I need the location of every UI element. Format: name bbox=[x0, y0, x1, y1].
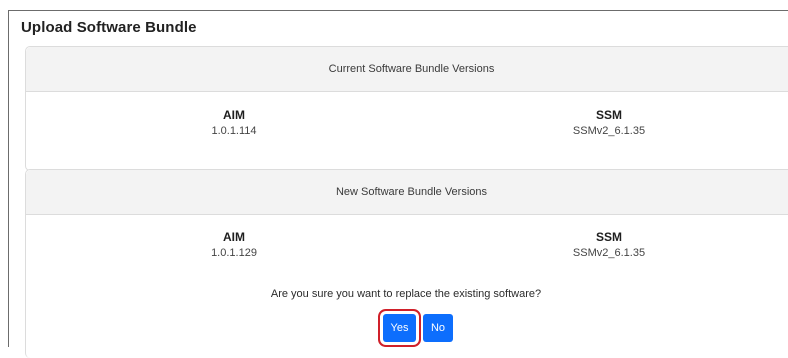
current-aim-column: AIM 1.0.1.114 bbox=[134, 108, 334, 139]
current-aim-label: AIM bbox=[223, 108, 245, 122]
current-ssm-column: SSM SSMv2_6.1.35 bbox=[509, 108, 709, 139]
confirmation-buttons: Yes No bbox=[383, 314, 453, 342]
no-button[interactable]: No bbox=[423, 314, 453, 342]
replace-confirmation-text: Are you sure you want to replace the exi… bbox=[270, 288, 542, 300]
yes-button[interactable]: Yes bbox=[383, 314, 416, 342]
current-aim-version: 1.0.1.114 bbox=[211, 125, 257, 137]
new-aim-label: AIM bbox=[223, 230, 245, 244]
new-aim-version: 1.0.1.129 bbox=[211, 247, 257, 259]
new-ssm-column: SSM SSMv2_6.1.35 bbox=[509, 230, 709, 261]
new-ssm-label: SSM bbox=[595, 230, 622, 244]
upload-dialog: Upload Software Bundle Current Software … bbox=[8, 10, 788, 358]
current-versions-card: Current Software Bundle Versions AIM 1.0… bbox=[25, 46, 788, 171]
new-aim-column: AIM 1.0.1.129 bbox=[134, 230, 334, 261]
current-ssm-label: SSM bbox=[595, 108, 622, 122]
new-versions-card: New Software Bundle Versions AIM 1.0.1.1… bbox=[25, 169, 788, 358]
dialog-title: Upload Software Bundle bbox=[21, 19, 197, 36]
new-versions-header: New Software Bundle Versions bbox=[26, 170, 788, 215]
current-versions-header: Current Software Bundle Versions bbox=[26, 47, 788, 92]
current-ssm-version: SSMv2_6.1.35 bbox=[572, 125, 646, 137]
new-ssm-version: SSMv2_6.1.35 bbox=[572, 247, 646, 259]
